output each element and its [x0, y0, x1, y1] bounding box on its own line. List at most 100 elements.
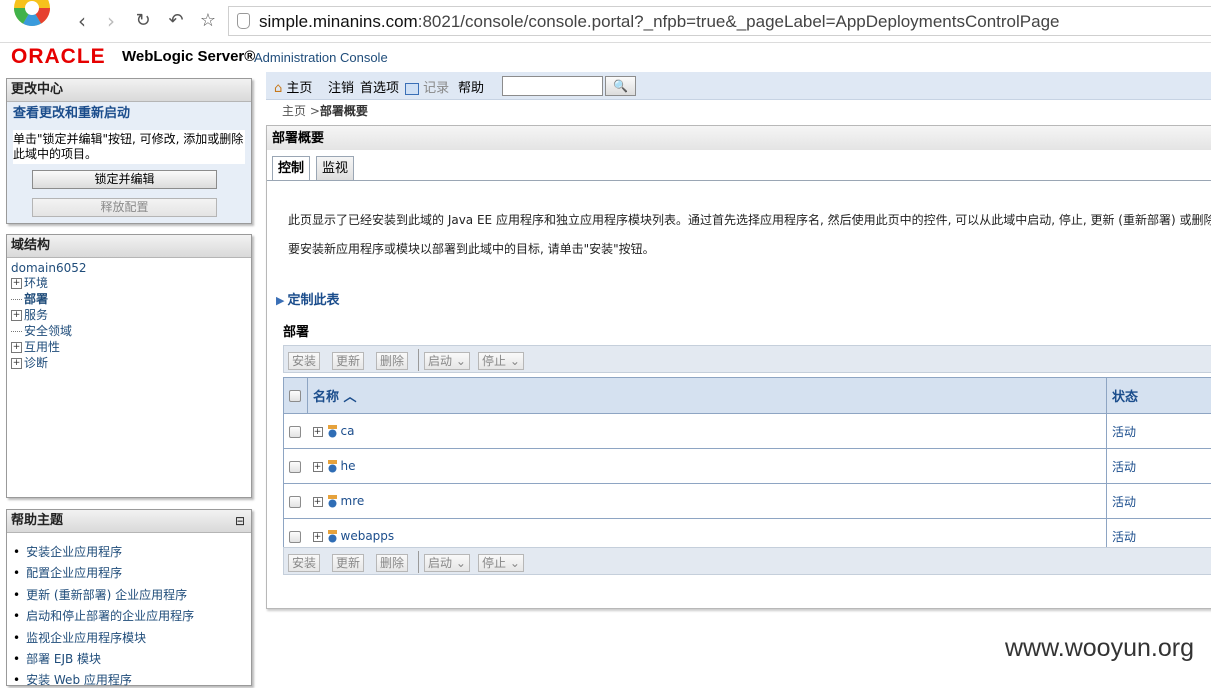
select-all-checkbox[interactable]	[289, 390, 301, 402]
expand-icon[interactable]: +	[11, 342, 22, 353]
deployments-table-label: 部署	[283, 321, 309, 340]
view-changes-link[interactable]: 查看更改和重新启动	[7, 102, 251, 126]
breadcrumb-current: 部署概要	[320, 104, 368, 118]
column-name-header[interactable]: 名称 ︿	[308, 378, 1107, 414]
watermark: www.wooyun.org	[1005, 634, 1194, 663]
expand-icon[interactable]: +	[11, 310, 22, 321]
product-name: WebLogic Server®	[122, 48, 255, 65]
tree-item-interoperability[interactable]: +互用性	[11, 339, 60, 355]
row-checkbox[interactable]	[289, 461, 301, 473]
help-link[interactable]: •部署 EJB 模块	[13, 650, 101, 667]
tree-item-diagnostics[interactable]: +诊断	[11, 355, 48, 371]
help-link[interactable]: •安装企业应用程序	[13, 543, 122, 560]
stop-dropdown-button[interactable]: 停止 ⌄	[478, 554, 524, 572]
start-dropdown-button[interactable]: 启动 ⌄	[424, 554, 470, 572]
table-row: + ca 活动	[284, 414, 1211, 449]
state-cell: 活动	[1107, 449, 1211, 484]
sort-ascending-icon[interactable]: ︿	[344, 390, 357, 405]
tree-item-security-realms[interactable]: 安全领域	[11, 323, 72, 339]
app-name-link[interactable]: he	[341, 459, 356, 473]
expand-icon[interactable]: +	[313, 497, 323, 507]
expand-icon[interactable]: +	[11, 278, 22, 289]
shield-icon	[237, 13, 250, 29]
help-link[interactable]: •配置企业应用程序	[13, 564, 122, 581]
install-button[interactable]: 安装	[288, 554, 320, 572]
address-bar[interactable]: simple.minanins.com:8021/console/console…	[228, 6, 1211, 36]
start-dropdown-button[interactable]: 启动 ⌄	[424, 352, 470, 370]
table-button-bar-bottom: 安装 更新 删除 启动 ⌄ 停止 ⌄	[283, 547, 1211, 575]
description-text: 此页显示了已经安装到此域的 Java EE 应用程序和独立应用程序模块列表。通过…	[288, 211, 1211, 228]
tree-item-environment[interactable]: +环境	[11, 275, 48, 291]
logout-link[interactable]: 注销	[328, 77, 354, 96]
domain-structure-title: 域结构	[7, 235, 251, 258]
undo-close-icon[interactable]: ↶	[164, 9, 188, 33]
table-header-row: 名称 ︿ 状态	[284, 378, 1211, 414]
help-link[interactable]: •启动和停止部署的企业应用程序	[13, 607, 194, 624]
app-name-link[interactable]: webapps	[341, 529, 395, 543]
app-name-link[interactable]: mre	[341, 494, 365, 508]
tab-control[interactable]: 控制	[272, 156, 310, 181]
state-cell: 活动	[1107, 484, 1211, 519]
deployments-summary-panel: 部署概要 控制 监视 此页显示了已经安装到此域的 Java EE 应用程序和独立…	[266, 125, 1211, 609]
update-button[interactable]: 更新	[332, 554, 364, 572]
delete-button[interactable]: 删除	[376, 352, 408, 370]
forward-icon[interactable]: ›	[99, 9, 123, 33]
expand-icon[interactable]: +	[11, 358, 22, 369]
chevron-down-icon: ⌄	[510, 556, 520, 570]
change-center-description: 单击"锁定并编辑"按钮, 可修改, 添加或删除此域中的项目。	[13, 130, 245, 164]
reload-icon[interactable]: ↻	[131, 9, 155, 33]
chevron-down-icon: ⌄	[456, 354, 466, 368]
application-icon	[327, 460, 338, 473]
application-icon	[327, 530, 338, 543]
search-input[interactable]	[502, 76, 603, 96]
table-row: + he 活动	[284, 449, 1211, 484]
expand-icon[interactable]: +	[313, 427, 323, 437]
customize-table-link[interactable]: ▶定制此表	[276, 289, 339, 308]
help-link[interactable]: •监视企业应用程序模块	[13, 629, 146, 646]
back-icon[interactable]: ‹	[70, 9, 94, 33]
collapse-icon[interactable]: ⊟	[235, 510, 245, 532]
column-state-header[interactable]: 状态	[1107, 378, 1211, 414]
bookmark-star-icon[interactable]: ☆	[196, 9, 220, 33]
tree-item-services[interactable]: +服务	[11, 307, 48, 323]
change-center-panel: 更改中心 查看更改和重新启动 单击"锁定并编辑"按钮, 可修改, 添加或删除此域…	[6, 78, 252, 224]
row-checkbox[interactable]	[289, 531, 301, 543]
tree-item-deployments[interactable]: 部署	[11, 291, 48, 307]
chevron-down-icon: ⌄	[510, 354, 520, 368]
record-link[interactable]: 记录	[405, 77, 449, 96]
deployments-table: 名称 ︿ 状态 + ca 活动 + he 活动 + mre 活动 + webapps 活…	[283, 377, 1211, 554]
domain-structure-panel: 域结构 domain6052 +环境 部署 +服务 安全领域 +互用性 +诊断	[6, 234, 252, 498]
help-link[interactable]: •更新 (重新部署) 企业应用程序	[13, 586, 187, 603]
row-checkbox[interactable]	[289, 496, 301, 508]
home-link[interactable]: ⌂ 主页	[274, 77, 312, 96]
delete-button[interactable]: 删除	[376, 554, 408, 572]
breadcrumb-home[interactable]: 主页	[282, 104, 306, 118]
expand-icon[interactable]: +	[313, 532, 323, 542]
help-topics-panel: 帮助主题⊟ •安装企业应用程序 •配置企业应用程序 •更新 (重新部署) 企业应…	[6, 509, 252, 686]
help-link[interactable]: •安装 Web 应用程序	[13, 671, 132, 688]
help-topics-title: 帮助主题⊟	[7, 510, 251, 533]
table-button-bar-top: 安装 更新 删除 启动 ⌄ 停止 ⌄	[283, 345, 1211, 373]
application-icon	[327, 425, 338, 438]
update-button[interactable]: 更新	[332, 352, 364, 370]
app-name-link[interactable]: ca	[341, 424, 355, 438]
table-row: + mre 活动	[284, 484, 1211, 519]
stop-dropdown-button[interactable]: 停止 ⌄	[478, 352, 524, 370]
search-button[interactable]: 🔍	[605, 76, 636, 96]
install-button[interactable]: 安装	[288, 352, 320, 370]
chevron-down-icon: ⌄	[456, 556, 466, 570]
install-hint-text: 要安装新应用程序或模块以部署到此域中的目标, 请单击"安装"按钮。	[288, 240, 655, 257]
tree-domain-root[interactable]: domain6052	[11, 260, 86, 276]
change-center-title: 更改中心	[7, 79, 251, 102]
preferences-link[interactable]: 首选项	[360, 77, 399, 96]
row-checkbox[interactable]	[289, 426, 301, 438]
expand-icon[interactable]: +	[313, 462, 323, 472]
lock-and-edit-button[interactable]: 锁定并编辑	[32, 170, 217, 189]
breadcrumb: 主页 >部署概要	[282, 102, 368, 119]
oracle-logo: ORACLE	[11, 45, 106, 69]
tab-monitoring[interactable]: 监视	[316, 156, 354, 180]
release-config-button[interactable]: 释放配置	[32, 198, 217, 217]
help-link[interactable]: 帮助	[458, 77, 484, 96]
browser-toolbar: ‹ › ↻ ↶ ☆ simple.minanins.com:8021/conso…	[0, 0, 1211, 43]
state-cell: 活动	[1107, 414, 1211, 449]
